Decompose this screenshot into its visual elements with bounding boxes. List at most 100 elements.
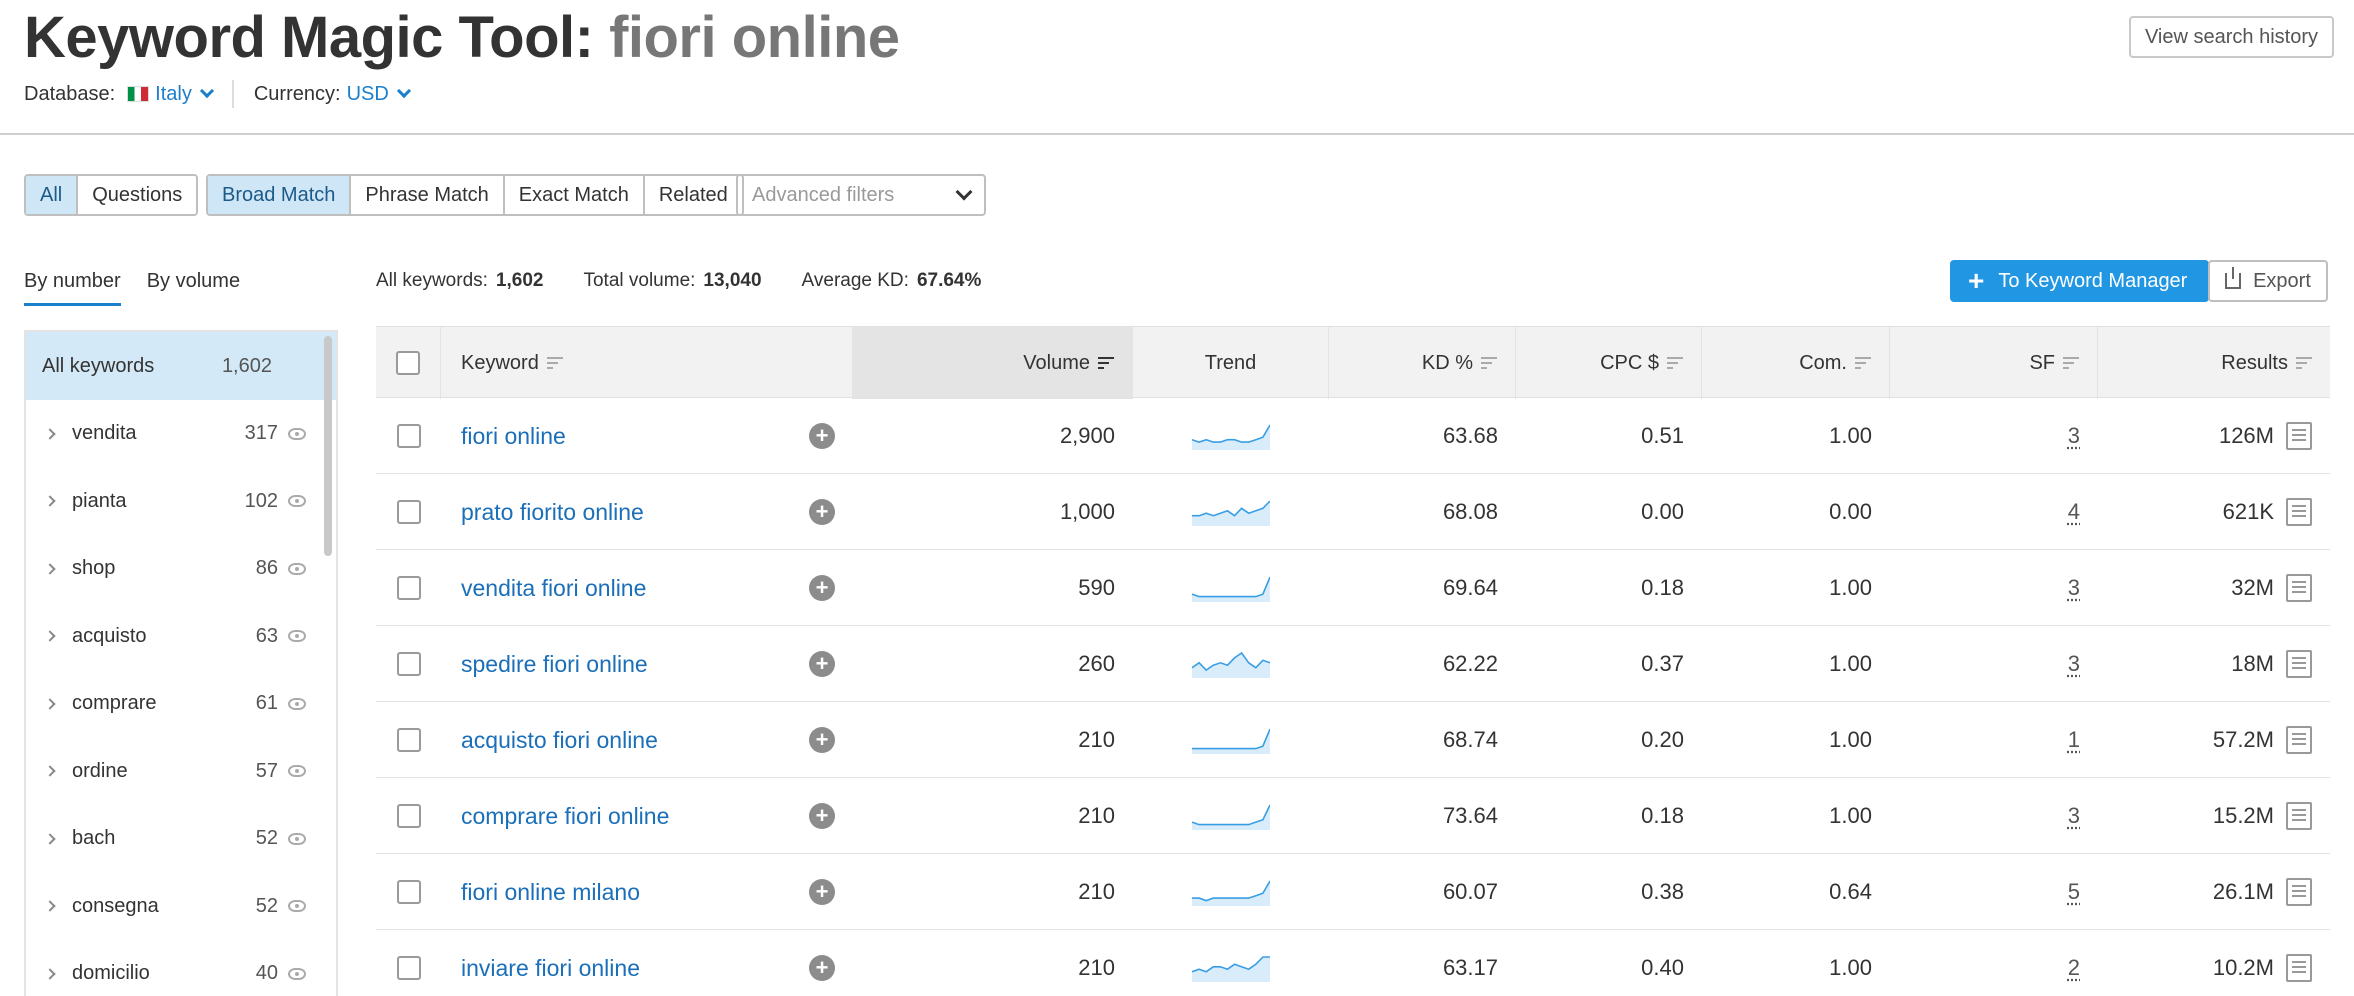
sidebar-item-vendita[interactable]: vendita 317 xyxy=(26,400,336,468)
column-volume[interactable]: Volume xyxy=(852,327,1133,399)
eye-icon[interactable] xyxy=(288,967,306,980)
sf-value[interactable]: 3 xyxy=(2068,575,2080,601)
sidebar-item-pianta[interactable]: pianta 102 xyxy=(26,468,336,536)
eye-icon[interactable] xyxy=(288,630,306,643)
keyword-link[interactable]: spedire fiori online xyxy=(461,651,648,678)
keyword-link[interactable]: fiori online milano xyxy=(461,879,640,906)
sidebar-scrollbar[interactable] xyxy=(324,336,332,556)
tab-by-number[interactable]: By number xyxy=(24,270,121,306)
add-to-list-icon[interactable]: + xyxy=(809,651,835,677)
row-checkbox[interactable] xyxy=(396,576,421,600)
chevron-right-icon[interactable] xyxy=(44,563,56,575)
eye-icon[interactable] xyxy=(288,562,306,575)
serp-icon[interactable] xyxy=(2286,422,2312,450)
row-checkbox[interactable] xyxy=(396,956,421,980)
column-sf[interactable]: SF xyxy=(1890,327,2098,399)
sf-value[interactable]: 4 xyxy=(2068,499,2080,525)
eye-icon[interactable] xyxy=(288,495,306,508)
serp-icon[interactable] xyxy=(2286,574,2312,602)
sidebar-item-label: All keywords xyxy=(42,354,155,377)
tab-all[interactable]: All xyxy=(26,176,79,214)
serp-icon[interactable] xyxy=(2286,498,2312,526)
sidebar-item-acquisto[interactable]: acquisto 63 xyxy=(26,603,336,671)
add-to-list-icon[interactable]: + xyxy=(809,803,835,829)
serp-icon[interactable] xyxy=(2286,650,2312,678)
add-to-list-icon[interactable]: + xyxy=(809,879,835,905)
tab-related[interactable]: Related xyxy=(644,176,742,214)
column-kd[interactable]: KD % xyxy=(1329,327,1516,399)
serp-icon[interactable] xyxy=(2286,954,2312,982)
eye-icon[interactable] xyxy=(288,697,306,710)
row-checkbox[interactable] xyxy=(396,652,421,676)
export-button[interactable]: Export xyxy=(2208,260,2328,302)
keyword-link[interactable]: acquisto fiori online xyxy=(461,727,658,754)
chevron-right-icon[interactable] xyxy=(44,495,56,507)
results-cell: 18M xyxy=(2098,626,2330,702)
sidebar-item-all-keywords[interactable]: All keywords 1,602 xyxy=(26,332,336,400)
to-keyword-manager-button[interactable]: + To Keyword Manager xyxy=(1950,260,2210,302)
cpc-cell: 0.37 xyxy=(1641,651,1684,676)
table-row: fiori online milano +210 60.07 0.38 0.64 5 26.… xyxy=(376,854,2330,930)
add-to-list-icon[interactable]: + xyxy=(809,955,835,981)
sidebar-item-domicilio[interactable]: domicilio 40 xyxy=(26,940,336,996)
select-all-cell xyxy=(376,327,441,399)
chevron-right-icon[interactable] xyxy=(44,428,56,440)
database-select[interactable]: Italy xyxy=(121,83,214,106)
sidebar-item-bach[interactable]: bach 52 xyxy=(26,805,336,873)
chevron-right-icon[interactable] xyxy=(44,698,56,710)
kd-cell: 63.17 xyxy=(1442,955,1498,980)
sf-value[interactable]: 3 xyxy=(2068,651,2080,677)
sf-value[interactable]: 5 xyxy=(2068,879,2080,905)
sidebar-item-consegna[interactable]: consegna 52 xyxy=(26,873,336,941)
eye-icon[interactable] xyxy=(288,765,306,778)
sf-value[interactable]: 2 xyxy=(2068,955,2080,981)
add-to-list-icon[interactable]: + xyxy=(809,575,835,601)
keyword-link[interactable]: comprare fiori online xyxy=(461,803,669,830)
keyword-link[interactable]: fiori online xyxy=(461,423,566,450)
serp-icon[interactable] xyxy=(2286,802,2312,830)
sf-value[interactable]: 3 xyxy=(2068,803,2080,829)
sidebar-item-ordine[interactable]: ordine 57 xyxy=(26,738,336,806)
add-to-list-icon[interactable]: + xyxy=(809,727,835,753)
column-com[interactable]: Com. xyxy=(1702,327,1890,399)
add-to-list-icon[interactable]: + xyxy=(809,423,835,449)
tab-questions[interactable]: Questions xyxy=(78,176,197,214)
advanced-filters-dropdown[interactable]: Advanced filters xyxy=(736,174,986,216)
chevron-right-icon[interactable] xyxy=(44,833,56,845)
tab-by-volume[interactable]: By volume xyxy=(147,270,240,306)
keyword-link[interactable]: prato fiorito online xyxy=(461,499,644,526)
view-search-history-button[interactable]: View search history xyxy=(2128,16,2334,58)
eye-icon[interactable] xyxy=(288,900,306,913)
select-all-checkbox[interactable] xyxy=(396,351,420,375)
title-query: fiori online xyxy=(609,5,900,70)
row-checkbox[interactable] xyxy=(396,728,421,752)
serp-icon[interactable] xyxy=(2286,726,2312,754)
sf-value[interactable]: 1 xyxy=(2068,727,2080,753)
chevron-right-icon[interactable] xyxy=(44,968,56,980)
keyword-link[interactable]: vendita fiori online xyxy=(461,575,646,602)
row-checkbox[interactable] xyxy=(396,424,421,448)
sf-value[interactable]: 3 xyxy=(2068,423,2080,449)
sidebar-item-shop[interactable]: shop 86 xyxy=(26,535,336,603)
tab-exact-match[interactable]: Exact Match xyxy=(504,176,645,214)
tab-broad-match[interactable]: Broad Match xyxy=(208,176,352,214)
row-checkbox[interactable] xyxy=(396,500,421,524)
tab-phrase-match[interactable]: Phrase Match xyxy=(351,176,505,214)
row-checkbox[interactable] xyxy=(396,880,421,904)
column-cpc[interactable]: CPC $ xyxy=(1516,327,1702,399)
row-checkbox[interactable] xyxy=(396,804,421,828)
chevron-right-icon[interactable] xyxy=(44,765,56,777)
chevron-right-icon[interactable] xyxy=(44,630,56,642)
eye-icon[interactable] xyxy=(288,427,306,440)
add-to-list-icon[interactable]: + xyxy=(809,499,835,525)
currency-select[interactable]: USD xyxy=(347,83,411,106)
row-select-cell xyxy=(376,930,441,996)
keyword-link[interactable]: inviare fiori online xyxy=(461,955,640,982)
eye-icon[interactable] xyxy=(288,832,306,845)
currency-label: Currency: xyxy=(253,82,341,105)
chevron-right-icon[interactable] xyxy=(44,900,56,912)
sidebar-item-comprare[interactable]: comprare 61 xyxy=(26,670,336,738)
sidebar-item-label: pianta xyxy=(72,489,127,512)
column-results[interactable]: Results xyxy=(2098,327,2330,399)
serp-icon[interactable] xyxy=(2286,878,2312,906)
